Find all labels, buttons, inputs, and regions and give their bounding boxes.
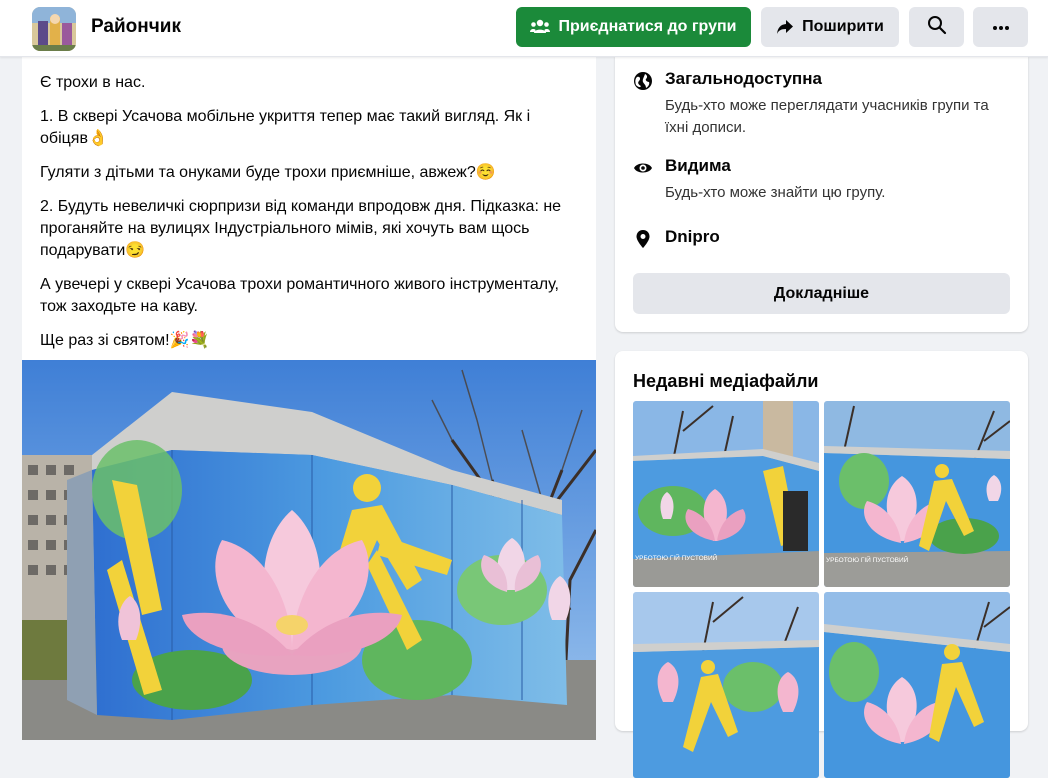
- post-card: Є трохи в нас. 1. В сквері Усачова мобіл…: [22, 56, 596, 740]
- recent-media-title: Недавні медіафайли: [633, 371, 819, 391]
- location-name[interactable]: Dnipro: [665, 227, 720, 247]
- group-avatar[interactable]: [32, 7, 76, 51]
- see-more-button[interactable]: Докладніше: [633, 273, 1010, 314]
- more-icon: [992, 18, 1010, 36]
- join-group-button[interactable]: Приєднатися до групи: [516, 7, 751, 47]
- group-about-card: Загальнодоступна Будь-хто може перегляда…: [615, 56, 1028, 332]
- post-photo-mural-shelter[interactable]: [22, 360, 596, 740]
- media-thumbnail-caption: УРБОТОЮ ГІЙ ПУСТОВИЙ: [826, 557, 909, 564]
- group-name[interactable]: Райончик: [91, 16, 181, 38]
- group-header-bar: Райончик Приєднатися до групи Поширити: [0, 0, 1048, 57]
- globe-icon: [633, 71, 653, 91]
- join-group-label: Приєднатися до групи: [558, 18, 737, 35]
- privacy-description: Будь-хто може переглядати учасників груп…: [665, 97, 989, 136]
- media-thumbnail-caption: УРБОТОЮ ГІЙ ПУСТОВИЙ: [635, 555, 718, 562]
- search-button[interactable]: [909, 7, 964, 47]
- media-thumbnail[interactable]: [824, 592, 1010, 778]
- media-thumbnail[interactable]: [633, 592, 819, 778]
- visibility-title: Видима: [665, 156, 731, 175]
- more-options-button[interactable]: [973, 7, 1028, 47]
- location-pin-icon: [633, 229, 653, 249]
- recent-media-card: Недавні медіафайли УРБОТОЮ ГІЙ ПУСТОВИЙ: [615, 351, 1028, 778]
- post-paragraph: А увечері у сквері Усачова трохи романти…: [40, 276, 559, 315]
- post-paragraph: 1. В сквері Усачова мобільне укриття теп…: [40, 108, 531, 147]
- eye-icon: [633, 158, 653, 178]
- search-icon: [927, 15, 947, 40]
- share-arrow-icon: [776, 19, 794, 35]
- post-text: Є трохи в нас. 1. В сквері Усачова мобіл…: [40, 72, 580, 364]
- share-label: Поширити: [802, 18, 884, 35]
- media-thumbnail[interactable]: УРБОТОЮ ГІЙ ПУСТОВИЙ: [633, 401, 819, 587]
- share-button[interactable]: Поширити: [761, 7, 899, 47]
- post-paragraph: Ще раз зі святом!🎉💐: [40, 332, 210, 349]
- privacy-title: Загальнодоступна: [665, 69, 822, 88]
- post-paragraph: 2. Будуть невеличкі сюрпризи від команди…: [40, 198, 562, 259]
- post-paragraph: Є трохи в нас.: [40, 74, 146, 91]
- group-people-icon: [530, 19, 551, 35]
- post-paragraph: Гуляти з дітьми та онуками буде трохи пр…: [40, 164, 496, 181]
- visibility-description: Будь-хто може знайти цю групу.: [665, 184, 886, 201]
- media-thumbnail[interactable]: УРБОТОЮ ГІЙ ПУСТОВИЙ: [824, 401, 1010, 587]
